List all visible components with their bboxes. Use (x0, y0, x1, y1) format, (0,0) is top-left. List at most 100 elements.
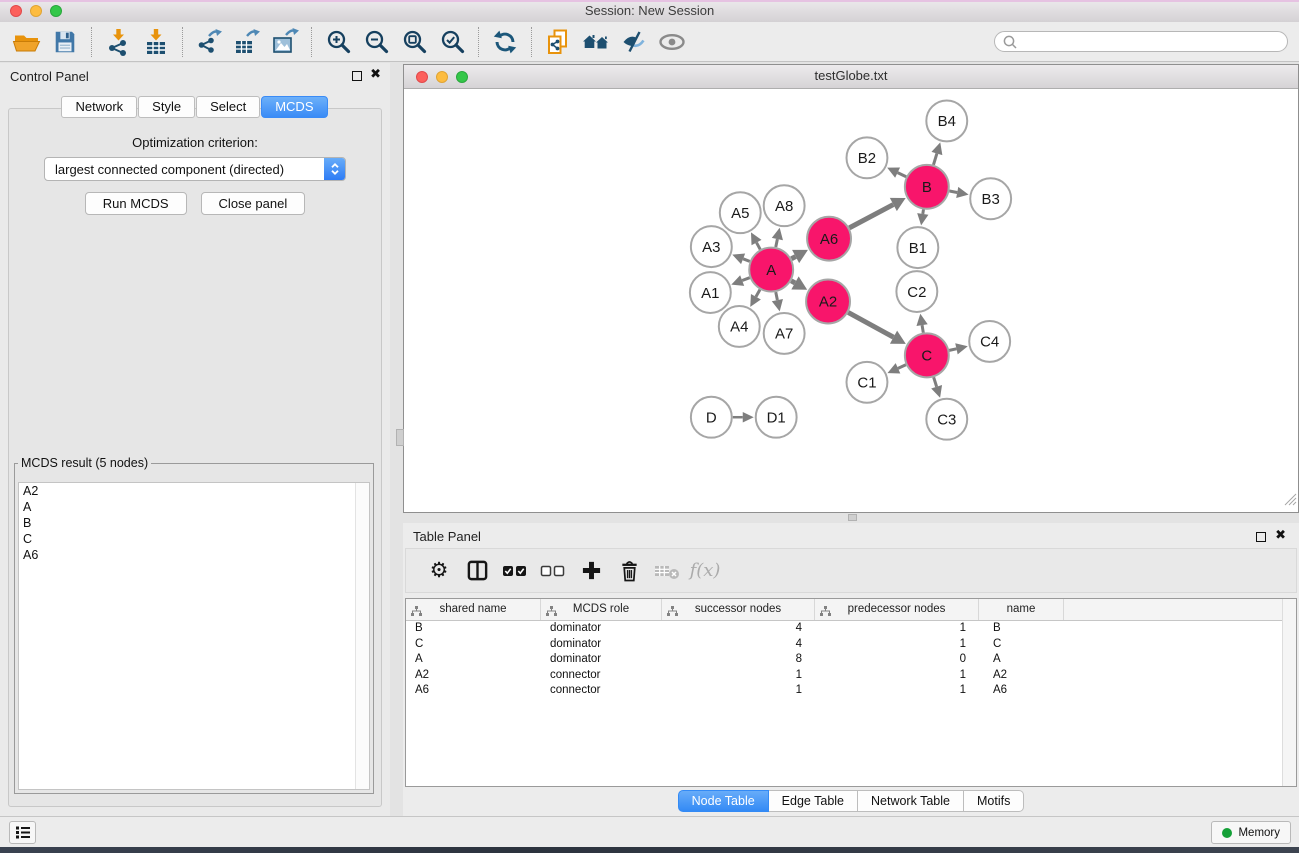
table-cell[interactable]: A2 (979, 668, 1064, 684)
tab-style[interactable]: Style (138, 96, 195, 118)
node-D1[interactable]: D1 (756, 397, 797, 438)
edge-A-A6[interactable] (791, 250, 808, 263)
table-cell[interactable]: 1 (815, 621, 979, 637)
tab-network[interactable]: Network (61, 96, 137, 118)
open-browser-button[interactable] (577, 25, 615, 59)
run-mcds-button[interactable]: Run MCDS (85, 192, 187, 215)
zoom-fit-button[interactable] (395, 25, 433, 59)
edge-C-C4[interactable] (949, 343, 968, 354)
close-panel-icon[interactable]: ✖ (370, 67, 381, 82)
result-item[interactable]: C (19, 531, 369, 547)
maximize-window-light[interactable] (50, 5, 62, 17)
close-network-light[interactable] (416, 71, 428, 83)
node-A6[interactable]: A6 (807, 217, 851, 261)
split-divider-handle[interactable] (396, 429, 404, 446)
close-panel-button[interactable]: Close panel (201, 192, 306, 215)
delete-column-button[interactable] (610, 552, 648, 590)
node-B2[interactable]: B2 (847, 137, 888, 178)
edge-A-A3[interactable] (732, 253, 749, 264)
table-cell[interactable]: 1 (815, 683, 979, 699)
edge-A-A8[interactable] (772, 228, 783, 247)
add-column-button[interactable] (572, 552, 610, 590)
edge-A2-C[interactable] (848, 312, 906, 343)
edge-A-A1[interactable] (731, 275, 749, 286)
open-file-button[interactable] (8, 25, 46, 59)
node-B[interactable]: B (905, 165, 949, 209)
table-cell[interactable]: A6 (979, 683, 1064, 699)
node-A[interactable]: A (749, 248, 793, 292)
function-builder-button[interactable]: f(x) (686, 552, 724, 590)
table-row[interactable]: A6connector11A6 (406, 683, 1296, 699)
maximize-network-light[interactable] (456, 71, 468, 83)
table-cell[interactable]: 0 (815, 652, 979, 668)
edge-A-A4[interactable] (750, 290, 761, 307)
column-header-name[interactable]: name (979, 599, 1064, 620)
column-header-successor-nodes[interactable]: successor nodes (662, 599, 815, 620)
memory-button[interactable]: Memory (1211, 821, 1291, 844)
edge-A-A5[interactable] (751, 232, 762, 249)
export-image-button[interactable] (266, 25, 304, 59)
table-cell[interactable]: 1 (662, 668, 815, 684)
node-A1[interactable]: A1 (690, 272, 731, 313)
edge-B-B2[interactable] (887, 168, 906, 178)
table-cell[interactable]: A (406, 652, 541, 668)
clone-network-button[interactable] (539, 25, 577, 59)
table-cell[interactable]: C (979, 637, 1064, 653)
table-row[interactable]: Cdominator41C (406, 637, 1296, 653)
select-all-button[interactable] (496, 552, 534, 590)
result-list-scrollbar[interactable] (355, 483, 369, 789)
node-A3[interactable]: A3 (691, 226, 732, 267)
table-cell[interactable]: 1 (815, 637, 979, 653)
node-C[interactable]: C (905, 333, 949, 377)
table-cell[interactable]: dominator (541, 621, 662, 637)
node-A7[interactable]: A7 (764, 313, 805, 354)
edge-B-B4[interactable] (931, 142, 942, 164)
export-network-button[interactable] (190, 25, 228, 59)
tab-network-table[interactable]: Network Table (858, 790, 964, 812)
node-B4[interactable]: B4 (926, 100, 967, 141)
edge-C-C3[interactable] (931, 377, 942, 398)
table-cell[interactable]: connector (541, 668, 662, 684)
node-A8[interactable]: A8 (764, 185, 805, 226)
table-row[interactable]: Bdominator41B (406, 621, 1296, 637)
table-cell[interactable]: dominator (541, 652, 662, 668)
edge-C-C1[interactable] (887, 363, 905, 373)
toggle-graphics-details-button[interactable] (615, 25, 653, 59)
network-canvas[interactable]: B4B2BB3B1A5A8A6A3AA1C2A4A7A2C4CC1C3DD1 (404, 88, 1298, 512)
zoom-selected-button[interactable] (433, 25, 471, 59)
table-cell[interactable]: 4 (662, 637, 815, 653)
table-cell[interactable]: 8 (662, 652, 815, 668)
node-A4[interactable]: A4 (719, 306, 760, 347)
import-network-button[interactable] (99, 25, 137, 59)
deselect-all-button[interactable] (534, 552, 572, 590)
tab-motifs[interactable]: Motifs (964, 790, 1024, 812)
search-field[interactable] (994, 31, 1288, 52)
show-hide-panels-button[interactable] (653, 25, 691, 59)
table-cell[interactable]: 1 (815, 668, 979, 684)
tab-mcds[interactable]: MCDS (261, 96, 327, 118)
edge-C-C2[interactable] (916, 314, 927, 333)
zoom-in-button[interactable] (319, 25, 357, 59)
refresh-view-button[interactable] (486, 25, 524, 59)
table-row[interactable]: Adominator80A (406, 652, 1296, 668)
show-column-button[interactable] (458, 552, 496, 590)
result-item[interactable]: A (19, 499, 369, 515)
node-B3[interactable]: B3 (970, 178, 1011, 219)
node-D[interactable]: D (691, 397, 732, 438)
tab-node-table[interactable]: Node Table (678, 790, 769, 812)
node-B1[interactable]: B1 (897, 227, 938, 268)
edge-A-A2[interactable] (791, 276, 807, 289)
table-cell[interactable]: dominator (541, 637, 662, 653)
float-table-panel-icon[interactable] (1256, 532, 1266, 542)
zoom-out-button[interactable] (357, 25, 395, 59)
table-settings-button[interactable]: ⚙ (420, 552, 458, 590)
node-A2[interactable]: A2 (806, 280, 850, 324)
network-graph[interactable]: B4B2BB3B1A5A8A6A3AA1C2A4A7A2C4CC1C3DD1 (404, 88, 1298, 512)
tab-select[interactable]: Select (196, 96, 260, 118)
table-cell[interactable]: connector (541, 683, 662, 699)
edge-D-D1[interactable] (733, 412, 754, 422)
edge-A-A7[interactable] (772, 292, 783, 311)
resize-grip-icon[interactable] (1284, 493, 1297, 511)
search-input[interactable] (1022, 34, 1287, 50)
column-header-predecessor-nodes[interactable]: predecessor nodes (815, 599, 979, 620)
